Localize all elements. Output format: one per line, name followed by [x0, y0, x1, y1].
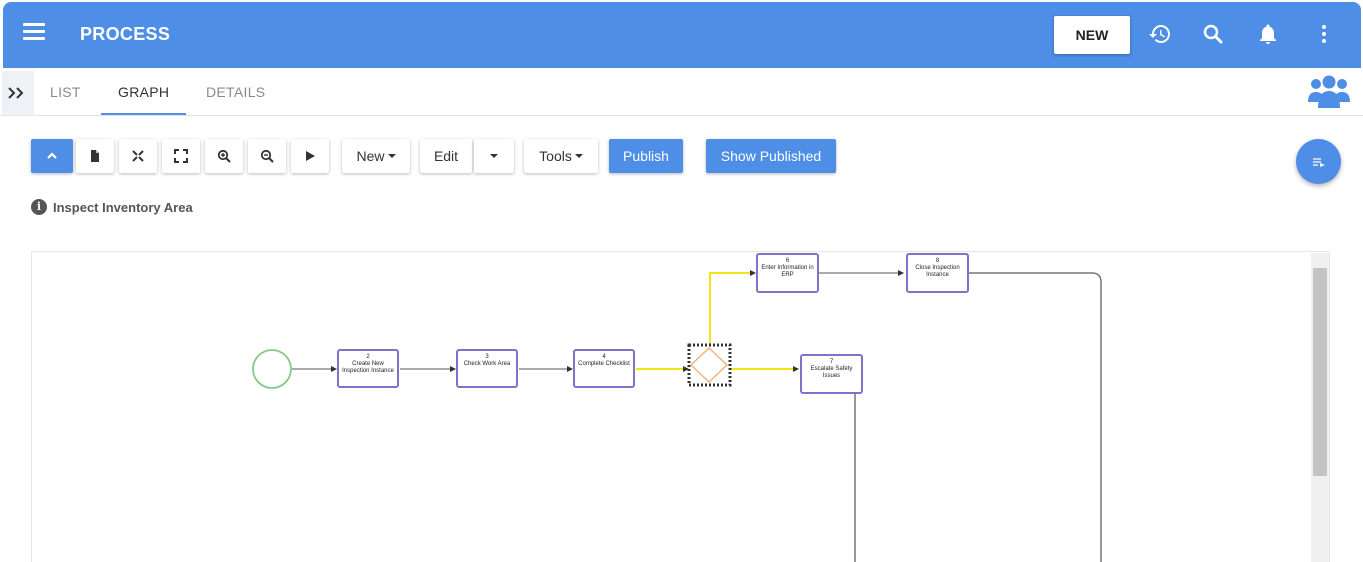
zoom-out-icon: [260, 149, 274, 163]
people-group-icon[interactable]: [1308, 74, 1350, 110]
task-id: 4: [602, 354, 606, 360]
menu-icon[interactable]: [23, 23, 45, 45]
task-label: Create New Inspection Instance: [342, 361, 394, 374]
task-node[interactable]: 2 Create New Inspection Instance: [337, 349, 399, 388]
play-icon: [306, 151, 315, 161]
playlist-add-fab[interactable]: [1296, 139, 1341, 184]
caret-down-icon: [574, 154, 583, 158]
task-node[interactable]: 8 Close Inspection Instance: [906, 253, 969, 293]
tab-details[interactable]: DETAILS: [206, 84, 265, 100]
tools-menu-button[interactable]: Tools: [524, 139, 598, 173]
task-label: Escalate Safety Issues: [810, 366, 853, 379]
task-node[interactable]: 7 Escalate Safety Issues: [800, 354, 863, 394]
info-icon: i: [31, 199, 47, 215]
page-title: PROCESS: [80, 24, 171, 44]
tab-bar: LIST GRAPH DETAILS: [0, 68, 1363, 116]
task-id: 3: [485, 354, 489, 360]
active-tab-indicator: [101, 113, 186, 115]
zoom-out-button[interactable]: [248, 139, 286, 173]
new-button[interactable]: NEW: [1054, 16, 1130, 54]
graph-edges: [252, 270, 1102, 562]
task-id: 7: [829, 359, 834, 365]
expand-sidebar-button[interactable]: [2, 71, 34, 115]
scrollbar-thumb[interactable]: [1313, 268, 1327, 476]
fullscreen-icon: [174, 149, 188, 163]
task-node[interactable]: 4 Complete Checklist: [573, 349, 635, 388]
more-vert-icon[interactable]: [1312, 22, 1336, 46]
task-label: Close Inspection Instance: [915, 265, 960, 278]
show-published-button[interactable]: Show Published: [706, 139, 836, 173]
edit-dropdown-button[interactable]: [474, 139, 514, 173]
collapse-button[interactable]: [31, 139, 73, 173]
task-node[interactable]: 3 Check Work Area: [456, 349, 518, 388]
document-icon: [91, 150, 99, 162]
tools-menu-label: Tools: [539, 148, 572, 164]
playlist-icon: [1313, 158, 1325, 167]
history-icon[interactable]: [1148, 22, 1172, 46]
document-button[interactable]: [76, 139, 114, 173]
tab-graph[interactable]: GRAPH: [118, 84, 169, 100]
fullscreen-button[interactable]: [162, 139, 200, 173]
new-menu-button[interactable]: New: [342, 139, 410, 173]
play-button[interactable]: [291, 139, 329, 173]
process-info: i Inspect Inventory Area: [31, 199, 193, 215]
publish-button[interactable]: Publish: [609, 139, 683, 173]
task-id: 6: [785, 258, 790, 264]
caret-down-icon: [387, 154, 396, 158]
fit-icon: [132, 150, 144, 162]
start-event[interactable]: [252, 349, 292, 389]
bell-icon[interactable]: [1256, 22, 1280, 46]
zoom-in-icon: [217, 149, 231, 163]
caret-down-icon: [490, 154, 498, 158]
tab-list[interactable]: LIST: [50, 84, 81, 100]
collapse-up-icon: [47, 152, 57, 159]
double-chevron-right-icon: [8, 87, 24, 99]
task-label: Enter Information in ERP: [761, 265, 814, 278]
fit-button[interactable]: [119, 139, 157, 173]
graph-canvas[interactable]: 2 Create New Inspection Instance 3 Check…: [31, 251, 1330, 562]
edge-gateway-6: [709, 272, 752, 345]
app-bar: PROCESS NEW: [3, 2, 1361, 68]
task-label: Complete Checklist: [578, 361, 630, 367]
edge-8-down: [969, 272, 1102, 562]
task-id: 2: [366, 354, 370, 360]
search-icon[interactable]: [1201, 22, 1225, 46]
edit-button[interactable]: Edit: [420, 139, 472, 173]
task-label: Check Work Area: [463, 361, 511, 367]
new-menu-label: New: [356, 148, 385, 164]
task-node[interactable]: 6 Enter Information in ERP: [756, 253, 819, 293]
task-id: 8: [935, 258, 940, 264]
process-name: Inspect Inventory Area: [53, 199, 193, 215]
zoom-in-button[interactable]: [205, 139, 243, 173]
edit-label: Edit: [433, 148, 459, 164]
